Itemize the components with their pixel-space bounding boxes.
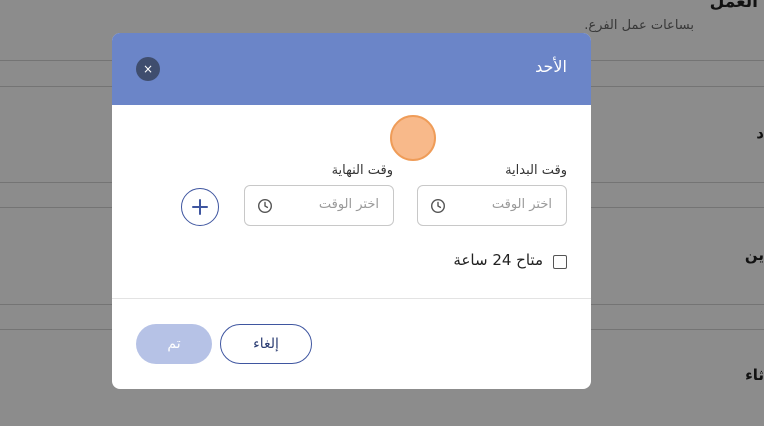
close-icon: × (142, 62, 154, 76)
cancel-button[interactable]: إلغاء (220, 324, 312, 364)
add-time-range-button[interactable] (181, 188, 219, 226)
dialog-title: الأحد (535, 57, 567, 76)
dialog-header: الأحد × (112, 33, 591, 105)
footer-divider (112, 298, 591, 299)
available-24h-checkbox[interactable] (553, 255, 567, 269)
end-time-label: وقت النهاية (331, 163, 393, 178)
cursor-indicator (390, 115, 436, 161)
end-time-input[interactable]: اختر الوقت (244, 185, 394, 226)
start-time-placeholder: اختر الوقت (491, 197, 552, 212)
clock-icon (430, 198, 446, 214)
close-button[interactable]: × (136, 57, 160, 81)
working-hours-dialog: الأحد × وقت البداية اختر الوقت وقت النها… (112, 33, 591, 389)
available-24h-label[interactable]: متاح 24 ساعة (453, 251, 543, 269)
plus-icon (192, 199, 208, 215)
end-time-placeholder: اختر الوقت (318, 197, 379, 212)
start-time-label: وقت البداية (505, 163, 567, 178)
done-button[interactable]: تم (136, 324, 212, 364)
clock-icon (257, 198, 273, 214)
start-time-input[interactable]: اختر الوقت (417, 185, 567, 226)
